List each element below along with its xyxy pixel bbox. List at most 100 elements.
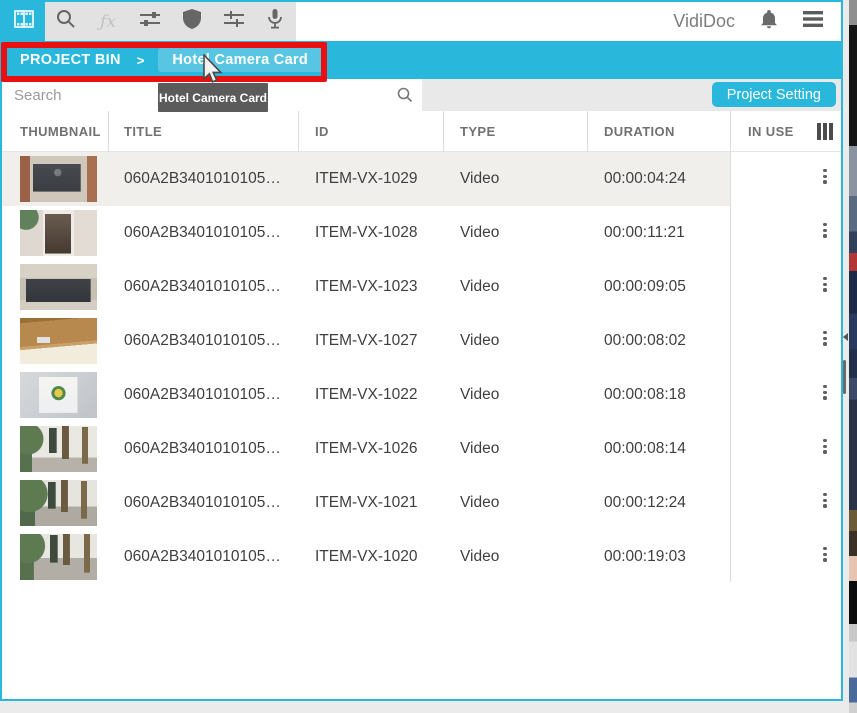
row-menu-icon[interactable] (820, 493, 830, 513)
table-row[interactable]: 060A2B3401010105… ITEM-VX-1021 Video 00:… (2, 476, 841, 530)
cell-type: Video (460, 530, 499, 584)
filter-sliders-icon (222, 8, 246, 35)
top-right-cluster: VidiDoc (673, 2, 823, 41)
sliders-icon (138, 8, 162, 35)
cell-id: ITEM-VX-1020 (315, 530, 418, 584)
cell-type: Video (460, 152, 499, 206)
breadcrumb-current[interactable]: Hotel Camera Card (158, 48, 322, 72)
column-header-in-use[interactable]: IN USE (748, 111, 794, 152)
thumbnail[interactable] (20, 210, 97, 256)
search-tool-button[interactable] (45, 2, 87, 41)
cell-duration: 00:00:04:24 (604, 152, 686, 206)
cell-title: 060A2B3401010105… (124, 206, 281, 260)
table-row[interactable]: 060A2B3401010105… ITEM-VX-1022 Video 00:… (2, 368, 841, 422)
breadcrumb-separator: > (137, 53, 145, 68)
project-setting-button[interactable]: Project Setting (712, 82, 836, 107)
app-title: VidiDoc (673, 11, 735, 32)
column-header-type[interactable]: TYPE (460, 111, 496, 152)
cell-duration: 00:00:12:24 (604, 476, 686, 530)
adjust-tool-button[interactable] (129, 2, 171, 41)
row-menu-icon[interactable] (820, 169, 830, 189)
table-row[interactable]: 060A2B3401010105… ITEM-VX-1020 Video 00:… (2, 530, 841, 584)
row-menu-icon[interactable] (820, 331, 830, 351)
scrollbar-thumb[interactable] (843, 360, 846, 394)
table-header: THUMBNAIL TITLE ID TYPE DURATION IN USE (2, 111, 841, 152)
breadcrumb: PROJECT BIN > Hotel Camera Card (2, 41, 841, 79)
toolbar: ƒx (2, 2, 841, 41)
cell-id: ITEM-VX-1021 (315, 476, 418, 530)
row-menu-icon[interactable] (820, 385, 830, 405)
cell-type: Video (460, 260, 499, 314)
cell-duration: 00:00:08:14 (604, 422, 686, 476)
column-header-duration[interactable]: DURATION (604, 111, 675, 152)
row-menu-icon[interactable] (820, 223, 830, 243)
cell-title: 060A2B3401010105… (124, 314, 281, 368)
microphone-icon (266, 7, 284, 36)
thumbnail[interactable] (20, 372, 97, 418)
cell-type: Video (460, 422, 499, 476)
cell-id: ITEM-VX-1026 (315, 422, 418, 476)
cell-title: 060A2B3401010105… (124, 422, 281, 476)
thumbnail[interactable] (20, 426, 97, 472)
row-menu-icon[interactable] (820, 277, 830, 297)
table-row[interactable]: 060A2B3401010105… ITEM-VX-1023 Video 00:… (2, 260, 841, 314)
cell-id: ITEM-VX-1028 (315, 206, 418, 260)
mouse-cursor-icon (202, 54, 226, 91)
cell-duration: 00:00:11:21 (604, 206, 685, 260)
column-divider (587, 111, 588, 152)
row-menu-icon[interactable] (820, 547, 830, 567)
cell-id: ITEM-VX-1029 (315, 152, 418, 206)
column-divider (108, 111, 109, 152)
table-row[interactable]: 060A2B3401010105… ITEM-VX-1029 Video 00:… (2, 152, 841, 206)
hamburger-menu-icon[interactable] (803, 11, 823, 32)
cell-id: ITEM-VX-1023 (315, 260, 418, 314)
table-row[interactable]: 060A2B3401010105… ITEM-VX-1028 Video 00:… (2, 206, 841, 260)
column-header-thumbnail[interactable]: THUMBNAIL (20, 111, 101, 152)
thumbnail[interactable] (20, 264, 97, 310)
search-icon (55, 8, 77, 35)
effects-tool-button[interactable]: ƒx (87, 2, 129, 41)
thumbnail[interactable] (20, 480, 97, 526)
breadcrumb-project-bin[interactable]: PROJECT BIN (20, 52, 121, 68)
cell-title: 060A2B3401010105… (124, 368, 281, 422)
effects-fx-icon: ƒx (100, 12, 116, 32)
search-row: Project Setting (2, 79, 841, 111)
shield-tool-button[interactable] (171, 2, 213, 41)
column-header-id[interactable]: ID (315, 111, 329, 152)
column-chooser-icon[interactable] (817, 123, 835, 140)
search-submit-icon[interactable] (396, 86, 414, 109)
screen: ƒx (0, 0, 857, 713)
filter-tool-button[interactable] (213, 2, 255, 41)
project-bin-tab[interactable] (2, 2, 45, 41)
collapse-panel-arrow-icon[interactable] (843, 333, 848, 341)
cell-id: ITEM-VX-1022 (315, 368, 418, 422)
cell-type: Video (460, 206, 499, 260)
cell-duration: 00:00:08:18 (604, 368, 686, 422)
column-divider (443, 111, 444, 152)
project-bin-filmstrip-icon (12, 8, 36, 35)
table-row[interactable]: 060A2B3401010105… ITEM-VX-1026 Video 00:… (2, 422, 841, 476)
column-header-title[interactable]: TITLE (124, 111, 162, 152)
background-window-sliver (849, 0, 857, 713)
row-menu-icon[interactable] (820, 439, 830, 459)
cell-title: 060A2B3401010105… (124, 152, 281, 206)
table-row[interactable]: 060A2B3401010105… ITEM-VX-1027 Video 00:… (2, 314, 841, 368)
cell-id: ITEM-VX-1027 (315, 314, 418, 368)
microphone-tool-button[interactable] (254, 2, 296, 41)
app-window: ƒx (0, 0, 843, 701)
shield-icon (182, 8, 202, 35)
thumbnail[interactable] (20, 534, 97, 580)
column-divider (298, 111, 299, 152)
table-body: 060A2B3401010105… ITEM-VX-1029 Video 00:… (2, 152, 841, 584)
cell-duration: 00:00:19:03 (604, 530, 686, 584)
cell-type: Video (460, 476, 499, 530)
cell-type: Video (460, 368, 499, 422)
notification-bell-icon[interactable] (759, 8, 779, 35)
cell-title: 060A2B3401010105… (124, 260, 281, 314)
cell-duration: 00:00:09:05 (604, 260, 686, 314)
thumbnail[interactable] (20, 318, 97, 364)
thumbnail[interactable] (20, 156, 97, 202)
cell-title: 060A2B3401010105… (124, 476, 281, 530)
cell-type: Video (460, 314, 499, 368)
cell-title: 060A2B3401010105… (124, 530, 281, 584)
